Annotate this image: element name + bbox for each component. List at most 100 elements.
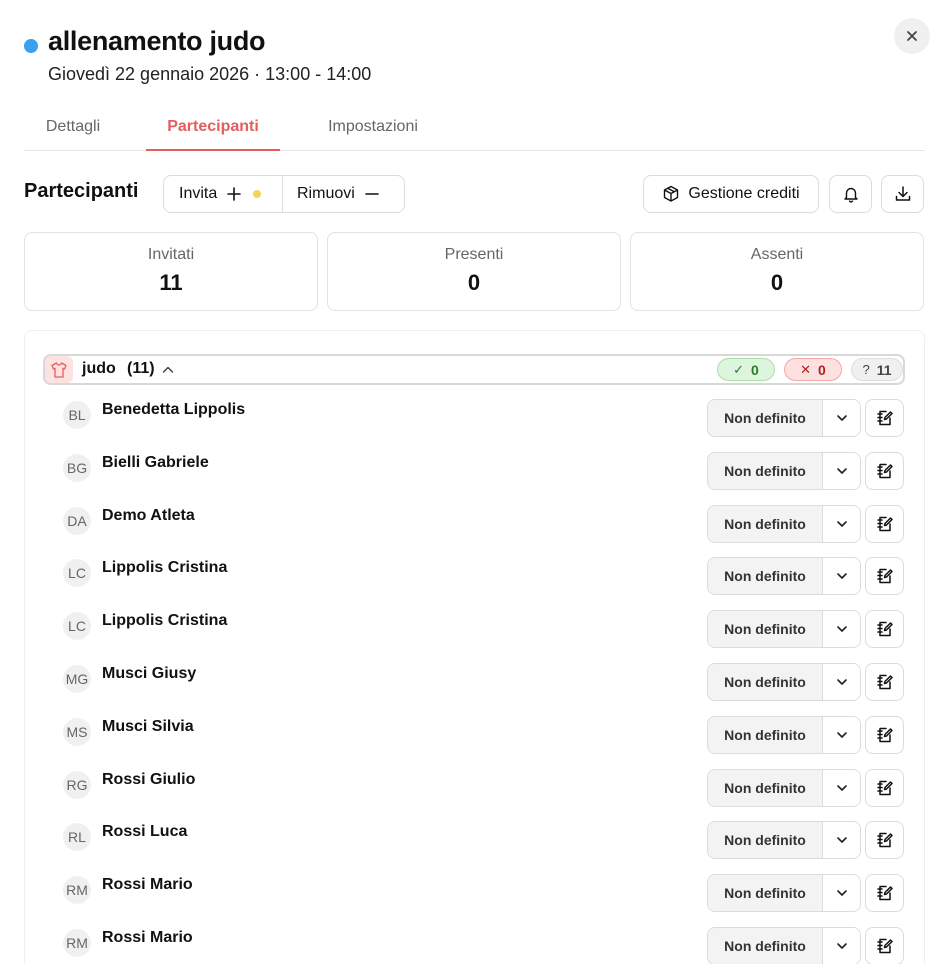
credits-label: Gestione crediti [688, 185, 800, 202]
attendance-status-value[interactable]: Non definito [708, 452, 823, 489]
attendance-status-select[interactable]: Non definito [707, 399, 861, 437]
chevron-down-icon[interactable] [823, 558, 860, 595]
attendance-status-select[interactable]: Non definito [707, 451, 861, 490]
absent-count: 0 [818, 361, 826, 378]
tab-partecipanti[interactable]: Partecipanti [146, 110, 280, 151]
chevron-down-icon[interactable] [823, 400, 860, 436]
group-count: (11) [127, 360, 155, 377]
participant-row: RG Rossi Giulio Non definito [43, 768, 905, 809]
edit-note-button[interactable] [865, 451, 904, 490]
edit-note-icon [875, 461, 895, 481]
participant-name: Demo Atleta [102, 506, 195, 524]
check-icon: ✓ [733, 361, 745, 377]
edit-note-button[interactable] [865, 874, 904, 913]
attendance-status-select[interactable]: Non definito [707, 715, 861, 754]
participant-name: Rossi Mario [102, 876, 193, 894]
edit-note-button[interactable] [865, 399, 904, 437]
section-title: Partecipanti [24, 180, 139, 202]
edit-note-icon [875, 778, 895, 798]
stat-label: Invitati [147, 246, 195, 263]
remove-button[interactable]: Rimuovi [283, 176, 404, 212]
edit-note-button[interactable] [865, 610, 904, 649]
plus-icon [227, 187, 242, 201]
notify-button[interactable] [829, 175, 872, 213]
edit-note-icon [875, 725, 895, 745]
group-name: judo [82, 360, 116, 377]
avatar: BL [63, 401, 91, 429]
event-datetime: Giovedì 22 gennaio 2026 · 13:00 - 14:00 [48, 64, 372, 84]
attendance-status-value[interactable]: Non definito [708, 822, 823, 859]
participant-row: BG Bielli Gabriele Non definito [43, 451, 905, 492]
chevron-down-icon[interactable] [823, 452, 860, 489]
attendance-status-select[interactable]: Non definito [707, 821, 861, 860]
edit-note-icon [875, 514, 895, 534]
attendance-status-select[interactable]: Non definito [707, 768, 861, 807]
avatar: RM [63, 929, 91, 957]
chevron-down-icon[interactable] [823, 716, 860, 753]
attendance-status-select[interactable]: Non definito [707, 927, 861, 964]
chevron-down-icon[interactable] [823, 611, 860, 648]
attendance-status-value[interactable]: Non definito [708, 928, 823, 964]
group-header-judo[interactable]: judo (11) ✓ 0 ✕ 0 ? 11 [43, 354, 905, 385]
avatar: MS [63, 717, 91, 746]
avatar: MG [63, 665, 91, 693]
edit-note-button[interactable] [865, 927, 904, 964]
stat-value: 11 [159, 270, 183, 295]
attendance-status-value[interactable]: Non definito [708, 558, 823, 595]
credits-management-button[interactable]: Gestione crediti [643, 175, 819, 213]
participant-row: RM Rossi Mario Non definito [43, 874, 905, 914]
chevron-down-icon[interactable] [823, 505, 860, 542]
attendance-status-select[interactable]: Non definito [707, 874, 861, 913]
edit-note-button[interactable] [865, 768, 904, 807]
participant-row: MS Musci Silvia Non definito [43, 715, 905, 756]
tab-impostazioni[interactable]: Impostazioni [321, 110, 425, 151]
event-status-dot [24, 39, 38, 53]
attendance-status-select[interactable]: Non definito [707, 663, 861, 701]
event-title: allenamento judo [48, 26, 266, 56]
attendance-status-select[interactable]: Non definito [707, 610, 861, 649]
stat-label: Presenti [444, 246, 504, 263]
edit-note-button[interactable] [865, 821, 904, 860]
edit-note-icon [875, 672, 895, 692]
attendance-status-value[interactable]: Non definito [708, 505, 823, 542]
unknown-count: 11 [876, 361, 892, 378]
attendance-status-value[interactable]: Non definito [708, 769, 823, 806]
invite-button[interactable]: Invita [164, 176, 283, 212]
chevron-down-icon[interactable] [823, 928, 860, 964]
edit-note-button[interactable] [865, 504, 904, 543]
avatar: LC [63, 612, 91, 641]
edit-note-icon [875, 830, 895, 850]
stat-card-invited: Invitati 11 [24, 232, 318, 311]
avatar: LC [63, 559, 91, 588]
invite-remove-group: Invita Rimuovi [163, 175, 405, 213]
chevron-down-icon[interactable] [823, 822, 860, 859]
attendance-status-value[interactable]: Non definito [708, 611, 823, 648]
edit-note-icon [875, 936, 895, 956]
attendance-status-select[interactable]: Non definito [707, 557, 861, 596]
participant-name: Rossi Giulio [102, 770, 196, 788]
download-button[interactable] [881, 175, 924, 213]
attendance-status-select[interactable]: Non definito [707, 504, 861, 543]
minus-icon [364, 187, 379, 201]
present-count: 0 [751, 361, 759, 378]
attendance-status-value[interactable]: Non definito [708, 664, 823, 700]
avatar: RG [63, 770, 91, 799]
chevron-down-icon[interactable] [823, 875, 860, 912]
tab-dettagli[interactable]: Dettagli [42, 110, 104, 151]
stat-value: 0 [770, 270, 784, 295]
chevron-up-icon[interactable] [161, 363, 175, 382]
chevron-down-icon[interactable] [823, 769, 860, 806]
edit-note-button[interactable] [865, 663, 904, 701]
chevron-down-icon[interactable] [823, 664, 860, 700]
edit-note-button[interactable] [865, 715, 904, 754]
attendance-status-value[interactable]: Non definito [708, 875, 823, 912]
edit-note-button[interactable] [865, 557, 904, 596]
close-button[interactable] [894, 18, 930, 54]
participant-row: LC Lippolis Cristina Non definito [43, 557, 905, 597]
attendance-status-value[interactable]: Non definito [708, 716, 823, 753]
avatar: RM [63, 876, 91, 905]
edit-note-icon [875, 619, 895, 639]
close-icon [907, 31, 917, 41]
attendance-status-value[interactable]: Non definito [708, 400, 823, 436]
participant-name: Lippolis Cristina [102, 559, 228, 577]
